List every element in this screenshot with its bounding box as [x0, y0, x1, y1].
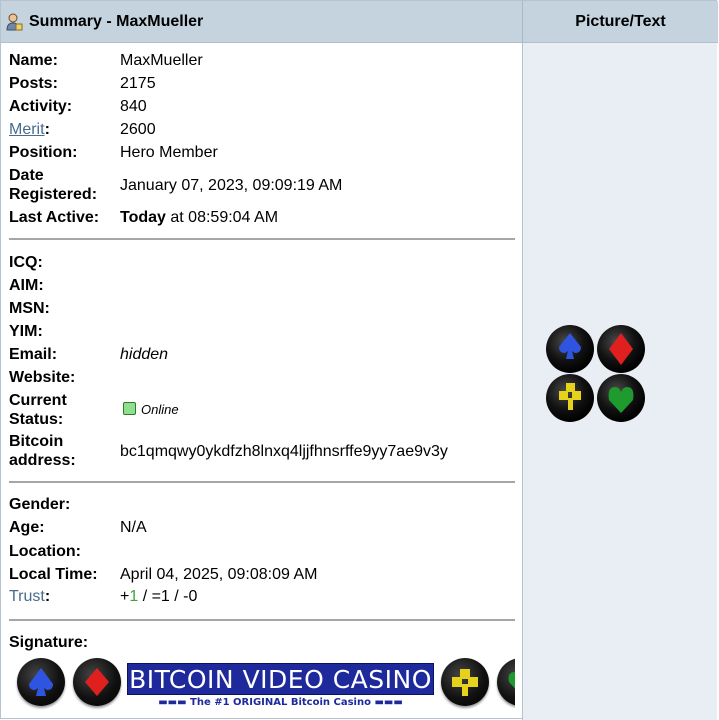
summary-title: Summary - MaxMueller — [29, 12, 204, 30]
casino-banner: BITCOIN VIDEO CASINO ▬▬▬ The #1 ORIGINAL… — [127, 663, 434, 713]
yim-label: YIM: — [9, 323, 43, 340]
icq-label: ICQ: — [9, 254, 43, 271]
date-registered-label: Date Registered: — [9, 166, 97, 204]
aim-label: AIM: — [9, 277, 44, 294]
email-value: hidden — [120, 346, 169, 363]
picture-header: Picture/Text — [522, 1, 718, 43]
trust-link[interactable]: Trust — [9, 588, 45, 605]
online-status-text: Online — [141, 402, 179, 417]
last-active-time: at 08:59:04 AM — [165, 209, 279, 226]
merit-value: 2600 — [120, 121, 156, 138]
heart-icon — [597, 374, 645, 422]
status-label-line2: Status: — [9, 411, 64, 428]
bitcoin-label-line2: address: — [9, 452, 76, 469]
age-label: Age: — [9, 519, 45, 536]
heart-icon — [508, 672, 515, 689]
spade-icon — [546, 325, 594, 373]
bitcoin-label: Bitcoin address: — [9, 432, 76, 470]
position-label: Position: — [9, 144, 78, 161]
divider — [9, 619, 515, 621]
msn-label: MSN: — [9, 300, 50, 317]
posts-label: Posts: — [9, 75, 58, 92]
name-label: Name: — [9, 52, 58, 69]
club-icon — [546, 374, 594, 422]
divider — [9, 238, 515, 240]
club-icon — [452, 669, 478, 696]
user-icon — [6, 13, 23, 31]
club-chip — [441, 658, 489, 706]
signature-banner[interactable]: BITCOIN VIDEO CASINO ▬▬▬ The #1 ORIGINAL… — [9, 653, 515, 713]
status-label-line1: Current — [9, 392, 67, 409]
spade-chip — [17, 658, 65, 706]
trust-value: +1 / =1 / -0 — [120, 587, 197, 606]
merit-link[interactable]: Merit — [9, 121, 45, 138]
picture-title: Picture/Text — [575, 12, 666, 30]
diamond-icon — [597, 325, 645, 373]
last-active-today: Today — [120, 209, 166, 226]
local-time-label: Local Time: — [9, 566, 98, 583]
picture-column — [522, 43, 717, 720]
summary-header: Summary - MaxMueller — [1, 1, 522, 43]
signature-label: Signature: — [9, 634, 89, 651]
avatar — [546, 325, 645, 422]
summary-column: Name: MaxMueller Posts: 2175 Activity: 8… — [1, 43, 522, 720]
bitcoin-address-value: bc1qmqwy0ykdfzh8lnxq4ljjfhnsrffe9yy7ae9v… — [120, 443, 448, 460]
trust-colon: : — [44, 588, 51, 605]
name-value: MaxMueller — [120, 52, 203, 69]
activity-value: 840 — [120, 98, 147, 115]
last-active-value: Today at 08:59:04 AM — [120, 208, 278, 227]
trust-positive: 1 — [129, 588, 139, 605]
merit-colon: : — [44, 121, 50, 138]
position-value: Hero Member — [120, 144, 218, 161]
divider — [9, 481, 515, 483]
banner-title-box: BITCOIN VIDEO CASINO — [127, 663, 434, 695]
status-label: Current Status: — [9, 391, 67, 429]
banner-title: BITCOIN VIDEO CASINO — [129, 664, 432, 694]
diamond-chip — [73, 658, 121, 706]
spade-icon — [29, 668, 53, 696]
trust-rest: / =1 / -0 — [138, 588, 198, 605]
diamond-icon — [85, 668, 109, 696]
status-value: Online — [123, 400, 179, 419]
date-registered-value: January 07, 2023, 09:09:19 AM — [120, 177, 343, 194]
trust-label: Trust: — [9, 587, 50, 606]
posts-value: 2175 — [120, 75, 156, 92]
local-time-value: April 04, 2025, 09:08:09 AM — [120, 566, 318, 583]
activity-label: Activity: — [9, 98, 73, 115]
age-value: N/A — [120, 519, 147, 536]
email-label: Email: — [9, 346, 58, 363]
location-label: Location: — [9, 543, 81, 560]
gender-label: Gender: — [9, 496, 71, 513]
heart-chip — [497, 658, 515, 706]
online-status-icon — [123, 402, 136, 415]
last-active-label: Last Active: — [9, 209, 100, 226]
merit-label: Merit: — [9, 120, 50, 139]
banner-subtitle: ▬▬▬ The #1 ORIGINAL Bitcoin Casino ▬▬▬ — [158, 697, 403, 708]
bitcoin-label-line1: Bitcoin — [9, 433, 64, 450]
profile-panel: Summary - MaxMueller Picture/Text Name: … — [0, 0, 718, 720]
date-registered-label-line2: Registered: — [9, 186, 98, 203]
trust-plus: + — [120, 588, 130, 605]
date-registered-label-line1: Date — [9, 167, 44, 184]
website-label: Website: — [9, 369, 76, 386]
